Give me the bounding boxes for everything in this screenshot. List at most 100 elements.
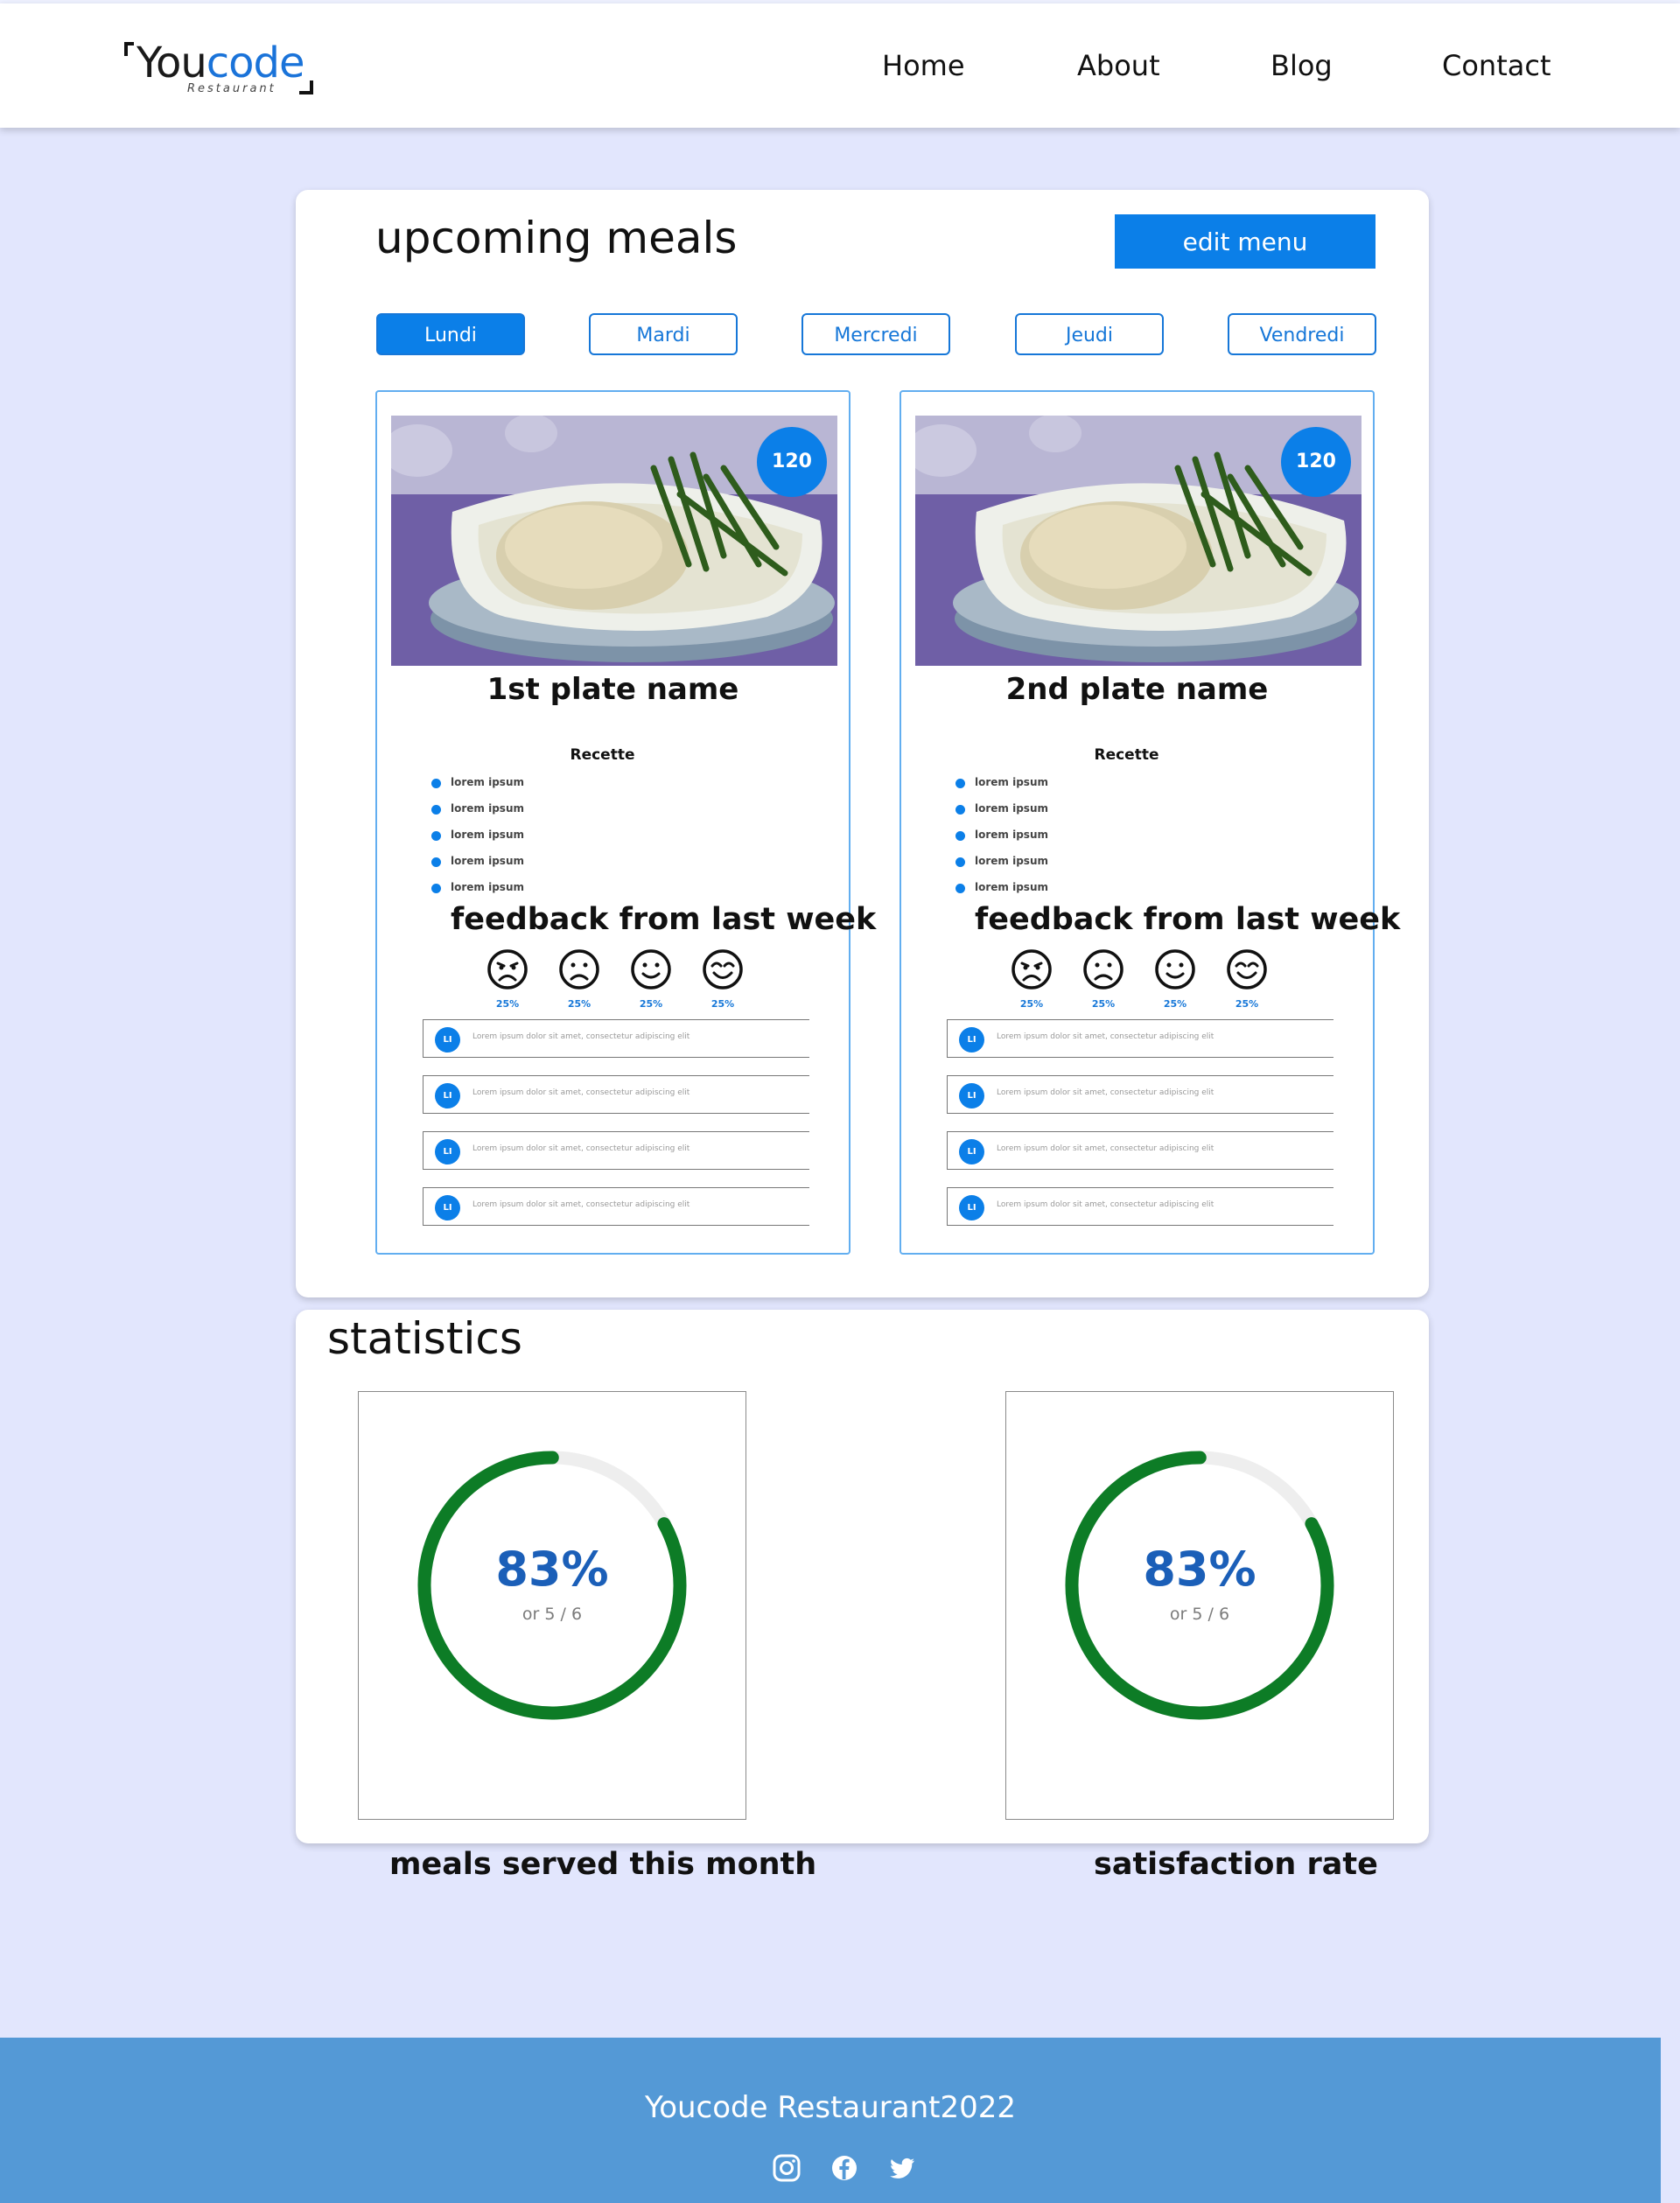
twitter-icon[interactable] — [887, 2153, 917, 2183]
plate-name: 1st plate name — [486, 672, 739, 707]
ingredient-item: lorem ipsum — [956, 800, 1048, 826]
ingredient-text: lorem ipsum — [451, 881, 524, 893]
ingredient-item: lorem ipsum — [431, 826, 524, 852]
ingredient-item: lorem ipsum — [956, 773, 1048, 800]
meal-card-1[interactable]: 120 1st plate name Recette lorem ipsum l… — [375, 390, 876, 1255]
navbar: Youcode Restaurant Home About Blog Conta… — [0, 3, 1680, 128]
tab-vendredi[interactable]: Vendredi — [1228, 313, 1376, 355]
feedback-percent: 25% — [567, 998, 592, 1010]
very-sad-face-icon — [1012, 949, 1052, 990]
comment-avatar: LI — [959, 1083, 984, 1108]
feedback-percent: 25% — [495, 998, 520, 1010]
ingredient-item: lorem ipsum — [431, 878, 524, 905]
feedback-percent: 25% — [710, 998, 735, 1010]
logo-bracket-bottom-right — [299, 80, 313, 94]
smile-face-icon — [631, 949, 671, 990]
feedback-title: feedback from last week — [451, 902, 877, 937]
happy-face-icon — [1227, 949, 1267, 990]
smile-face-icon — [1155, 949, 1195, 990]
feedback-option-smile[interactable]: 25% — [629, 948, 673, 1010]
comment-text: Lorem ipsum dolor sit amet, consectetur … — [997, 1144, 1214, 1153]
ingredient-text: lorem ipsum — [975, 802, 1048, 815]
upcoming-meals-title: upcoming meals — [375, 213, 738, 263]
ingredient-item: lorem ipsum — [431, 800, 524, 826]
comment-row[interactable]: LI Lorem ipsum dolor sit amet, consectetu… — [423, 1075, 809, 1114]
comment-row[interactable]: LI Lorem ipsum dolor sit amet, consectetu… — [947, 1075, 1334, 1114]
tab-lundi[interactable]: Lundi — [376, 313, 525, 355]
progress-ring: 83% or 5 / 6 — [414, 1447, 690, 1724]
nav-about-link[interactable]: About — [1077, 49, 1160, 82]
feedback-option-happy[interactable]: 25% — [1225, 948, 1269, 1010]
stat-card-meals-served: 83% or 5 / 6 meals served this month — [358, 1391, 816, 1882]
tab-mardi[interactable]: Mardi — [589, 313, 738, 355]
comment-text: Lorem ipsum dolor sit amet, consectetur … — [472, 1032, 690, 1041]
ingredient-list: lorem ipsum lorem ipsum lorem ipsum lore… — [431, 773, 524, 905]
ingredient-item: lorem ipsum — [431, 773, 524, 800]
stat-subvalue: or 5 / 6 — [1169, 1605, 1230, 1624]
comment-row[interactable]: LI Lorem ipsum dolor sit amet, consectetu… — [423, 1131, 809, 1170]
progress-ring: 83% or 5 / 6 — [1061, 1447, 1338, 1724]
feedback-option-very-sad[interactable]: 25% — [486, 948, 529, 1010]
feedback-option-very-sad[interactable]: 25% — [1010, 948, 1054, 1010]
comment-row[interactable]: LI Lorem ipsum dolor sit amet, consectetu… — [423, 1019, 809, 1058]
instagram-icon[interactable] — [772, 2153, 802, 2183]
comment-row[interactable]: LI Lorem ipsum dolor sit amet, consectetu… — [947, 1187, 1334, 1226]
sad-face-icon — [559, 949, 599, 990]
comment-avatar: LI — [959, 1139, 984, 1164]
brand-logo[interactable]: Youcode Restaurant — [124, 37, 317, 98]
bullet-icon — [956, 805, 965, 815]
ingredient-text: lorem ipsum — [451, 855, 524, 867]
comment-text: Lorem ipsum dolor sit amet, consectetur … — [997, 1032, 1214, 1041]
feedback-option-sad[interactable]: 25% — [557, 948, 601, 1010]
comment-list: LI Lorem ipsum dolor sit amet, consectetu… — [423, 1019, 809, 1243]
ingredient-text: lorem ipsum — [451, 776, 524, 788]
feedback-option-happy[interactable]: 25% — [701, 948, 745, 1010]
feedback-option-sad[interactable]: 25% — [1082, 948, 1125, 1010]
meal-photo: 120 — [915, 416, 1362, 666]
feedback-title: feedback from last week — [975, 902, 1401, 937]
edit-menu-button[interactable]: edit menu — [1115, 214, 1376, 269]
nav-blog-link[interactable]: Blog — [1270, 49, 1333, 82]
comment-row[interactable]: LI Lorem ipsum dolor sit amet, consectetu… — [423, 1187, 809, 1226]
comment-text: Lorem ipsum dolor sit amet, consectetur … — [997, 1088, 1214, 1097]
ingredient-item: lorem ipsum — [956, 878, 1048, 905]
logo-part-you: You — [136, 38, 207, 87]
bullet-icon — [431, 857, 441, 867]
ingredient-list: lorem ipsum lorem ipsum lorem ipsum lore… — [956, 773, 1048, 905]
comment-text: Lorem ipsum dolor sit amet, consectetur … — [472, 1144, 690, 1153]
nav-contact-link[interactable]: Contact — [1442, 49, 1551, 82]
meal-card-2[interactable]: 120 2nd plate name Recette lorem ipsum l… — [900, 390, 1400, 1255]
feedback-percent: 25% — [1019, 998, 1044, 1010]
comment-avatar: LI — [959, 1195, 984, 1220]
logo-wordmark: Youcode — [136, 37, 304, 89]
stat-value: 83% — [495, 1542, 609, 1597]
sad-face-icon — [1083, 949, 1124, 990]
ingredient-text: lorem ipsum — [975, 776, 1048, 788]
bullet-icon — [956, 831, 965, 841]
comment-row[interactable]: LI Lorem ipsum dolor sit amet, consectetu… — [947, 1019, 1334, 1058]
recipe-title: Recette — [1094, 746, 1159, 764]
logo-part-code: code — [206, 38, 305, 87]
tab-jeudi[interactable]: Jeudi — [1015, 313, 1164, 355]
comment-avatar: LI — [435, 1027, 460, 1053]
meal-photo: 120 — [391, 416, 837, 666]
stat-label: satisfaction rate — [1094, 1847, 1378, 1882]
very-sad-face-icon — [487, 949, 528, 990]
comment-avatar: LI — [959, 1027, 984, 1053]
statistics-title: statistics — [327, 1313, 522, 1364]
plate-name: 2nd plate name — [1005, 672, 1269, 707]
nav-home-link[interactable]: Home — [882, 49, 965, 82]
comment-text: Lorem ipsum dolor sit amet, consectetur … — [472, 1088, 690, 1097]
facebook-icon[interactable] — [830, 2153, 859, 2183]
stat-value: 83% — [1143, 1542, 1256, 1597]
stat-card-satisfaction: 83% or 5 / 6 satisfaction rate — [1005, 1391, 1394, 1882]
tab-mercredi[interactable]: Mercredi — [802, 313, 950, 355]
comment-avatar: LI — [435, 1195, 460, 1220]
ingredient-item: lorem ipsum — [956, 826, 1048, 852]
comment-avatar: LI — [435, 1083, 460, 1108]
bullet-icon — [431, 779, 441, 788]
ingredient-text: lorem ipsum — [451, 829, 524, 841]
statistics-card: statistics 83% or 5 / 6 meals served thi… — [296, 1310, 1429, 1882]
feedback-option-smile[interactable]: 25% — [1153, 948, 1197, 1010]
comment-row[interactable]: LI Lorem ipsum dolor sit amet, consectetu… — [947, 1131, 1334, 1170]
